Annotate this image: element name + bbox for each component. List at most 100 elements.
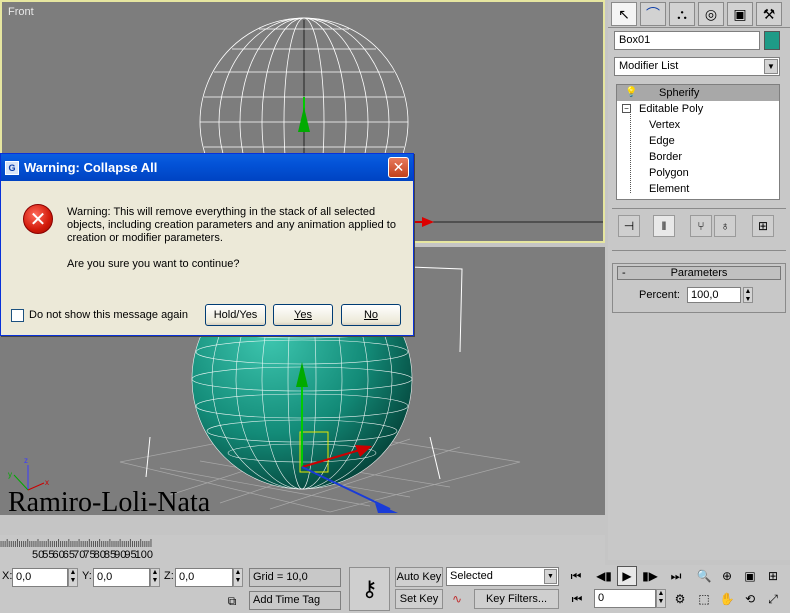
key-icon: ⚷ (361, 576, 378, 601)
stack-item-label: Border (649, 151, 683, 163)
configure-modifier-sets-button[interactable]: ⊞ (752, 215, 774, 237)
svg-text:y: y (8, 470, 12, 479)
key-filters-button[interactable]: Key Filters... (474, 589, 559, 609)
stack-item-label: Polygon (649, 167, 689, 179)
percent-input[interactable]: 100,0 (687, 287, 741, 303)
hold-yes-button[interactable]: Hold/Yes (205, 304, 266, 326)
grid-readout: Grid = 10,0 (249, 568, 341, 587)
checkbox-label: Do not show this message again (29, 309, 188, 321)
axis-tripod: z y x (8, 456, 49, 491)
pin-icon: ⊣ (623, 219, 635, 233)
show-end-result-button[interactable]: ‖ (653, 215, 675, 237)
dialog-titlebar[interactable]: G Warning: Collapse All ✕ (1, 154, 413, 181)
object-color-swatch[interactable] (764, 31, 780, 50)
warning-dialog: G Warning: Collapse All ✕ ✕ Warning: Thi… (0, 153, 414, 336)
remove-modifier-button[interactable]: ♁ (714, 215, 736, 237)
yes-button[interactable]: Yes (273, 304, 333, 326)
sub-object-element[interactable]: Element (617, 181, 779, 197)
key-selection-dropdown[interactable]: Selected ▼ (446, 567, 559, 586)
time-configuration-icon[interactable]: ⚙ (670, 589, 690, 609)
svg-text:x: x (45, 478, 49, 487)
stack-item-editable-poly[interactable]: − Editable Poly (617, 101, 779, 117)
zoom-extents-icon[interactable]: ▣ (740, 566, 760, 586)
curve-icon[interactable]: ∿ (447, 589, 467, 609)
dialog-title: Warning: Collapse All (24, 160, 158, 175)
rollout-title: Parameters (670, 267, 728, 279)
z-coordinate-input[interactable]: 0,0 (175, 568, 233, 587)
frame-spinner[interactable]: ▲ ▼ (656, 589, 666, 608)
time-tag-lock-icon[interactable]: ⧉ (222, 591, 242, 611)
y-label: Y: (82, 570, 92, 582)
stack-item-label: Vertex (649, 119, 681, 131)
create-tab[interactable]: ↖ (611, 2, 637, 26)
end-result-icon: ‖ (661, 219, 667, 233)
previous-frame-icon[interactable]: ◀▮ (594, 566, 614, 586)
z-label: Z: (164, 570, 174, 582)
sub-object-polygon[interactable]: Polygon (617, 165, 779, 181)
motion-icon: ◎ (704, 5, 718, 22)
make-unique-button[interactable]: ⑂ (690, 215, 712, 237)
collapse-toggle: - (622, 267, 626, 279)
stack-item-label: Editable Poly (639, 103, 704, 115)
utilities-tab[interactable]: ⚒ (756, 2, 782, 26)
modifier-list-dropdown[interactable]: Modifier List ▼ (614, 57, 780, 76)
key-mode-toggle-icon[interactable]: ⏮ (567, 589, 587, 609)
do-not-show-checkbox[interactable] (11, 309, 24, 322)
svg-text:z: z (24, 456, 28, 465)
close-button[interactable]: ✕ (388, 157, 409, 178)
sub-object-vertex[interactable]: Vertex (617, 117, 779, 133)
dialog-message: Warning: This will remove everything in … (67, 206, 396, 244)
stack-item-spherify[interactable]: 💡 Spherify (617, 85, 779, 101)
pin-stack-button[interactable]: ⊣ (618, 215, 640, 237)
y-coordinate-input[interactable]: 0,0 (93, 568, 150, 587)
maximize-viewport-icon[interactable]: ⤢ (763, 589, 783, 609)
zoom-all-icon[interactable]: ⊕ (717, 566, 737, 586)
go-to-start-icon[interactable]: ⏮ (566, 566, 586, 586)
close-icon: ✕ (392, 159, 405, 175)
set-key-mode-button[interactable]: ⚷ (349, 567, 390, 611)
add-time-tag-field[interactable]: Add Time Tag (249, 591, 341, 610)
arc-rotate-icon[interactable]: ⟲ (740, 589, 760, 609)
hammer-icon: ⚒ (762, 5, 776, 22)
current-frame-input[interactable]: 0 (594, 589, 656, 608)
x-coordinate-input[interactable]: 0,0 (12, 568, 68, 587)
sub-object-edge[interactable]: Edge (617, 133, 779, 149)
trash-icon: ♁ (720, 219, 730, 233)
timeline-tick-label: 100 (134, 549, 154, 561)
go-to-end-icon[interactable]: ⏭ (666, 566, 686, 586)
motion-tab[interactable]: ◎ (698, 2, 724, 26)
app-icon: G (5, 160, 19, 175)
zoom-icon[interactable]: 🔍 (694, 566, 714, 586)
set-key-label: Set Key (399, 593, 439, 605)
pan-icon[interactable]: ✋ (717, 589, 737, 609)
display-tab[interactable]: ▣ (727, 2, 753, 26)
x-spinner[interactable]: ▲ ▼ (68, 568, 78, 587)
auto-key-button[interactable]: Auto Key (395, 567, 443, 587)
play-icon[interactable]: ▶ (617, 566, 637, 586)
y-spinner[interactable]: ▲ ▼ (150, 568, 160, 587)
no-button[interactable]: No (341, 304, 401, 326)
percent-spinner[interactable]: ▲ ▼ (743, 287, 753, 303)
next-frame-icon[interactable]: ▮▶ (640, 566, 660, 586)
x-label: X: (2, 570, 13, 582)
zoom-extents-all-icon[interactable]: ⊞ (763, 566, 783, 586)
sub-object-border[interactable]: Border (617, 149, 779, 165)
dialog-question: Are you sure you want to continue? (67, 258, 240, 270)
monitor-icon: ▣ (733, 5, 747, 22)
timeline-ruler[interactable]: 50 55 60 65 70 75 80 85 90 95 100 (0, 535, 605, 565)
command-panel: ↖ ⌒ ⛬ ◎ ▣ ⚒ Box01 Modifier List ▼ 💡 Sphe… (608, 0, 790, 560)
object-name-field[interactable]: Box01 (614, 31, 760, 50)
3dsmax-window: Front z y x Ramiro-Loli-Nata ↖ ⌒ ⛬ ◎ ▣ ⚒… (0, 0, 790, 613)
parameters-rollout-header[interactable]: - Parameters (617, 266, 781, 280)
modify-tab[interactable]: ⌒ (640, 2, 666, 26)
dialog-body: ✕ Warning: This will remove everything i… (1, 181, 413, 335)
chevron-down-icon: ▼ (544, 569, 557, 584)
status-bar: X: 0,0 ▲ ▼ Y: 0,0 ▲ ▼ Z: 0,0 ▲ ▼ Grid = 10,… (0, 565, 790, 613)
hierarchy-tab[interactable]: ⛬ (669, 2, 695, 26)
region-zoom-icon[interactable]: ⬚ (694, 589, 714, 609)
z-spinner[interactable]: ▲ ▼ (233, 568, 243, 587)
bend-icon: ⌒ (646, 6, 660, 22)
modifier-stack[interactable]: 💡 Spherify − Editable Poly Vertex Edge B… (616, 84, 780, 200)
cursor-icon: ↖ (618, 5, 630, 22)
set-key-button[interactable]: Set Key (395, 589, 443, 609)
